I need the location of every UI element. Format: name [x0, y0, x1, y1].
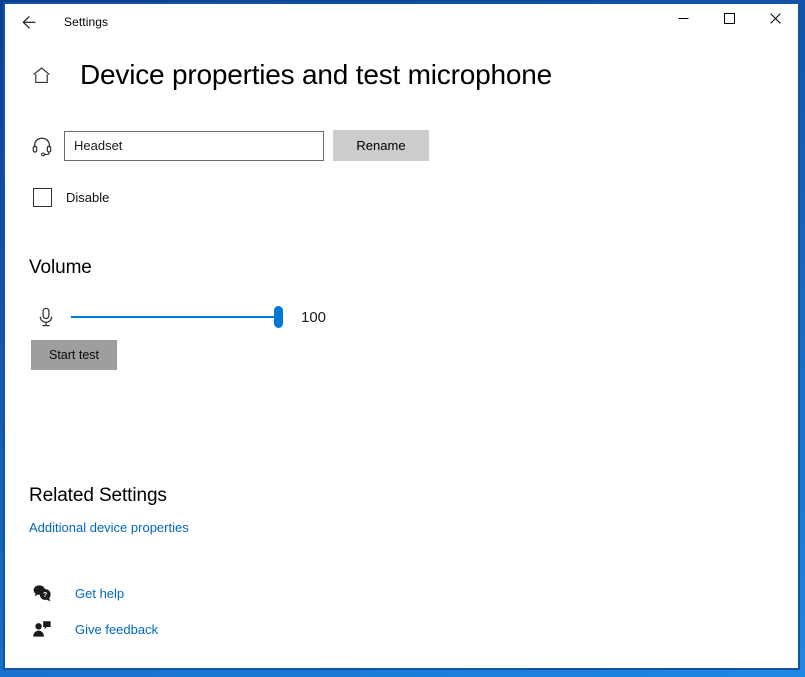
give-feedback-row[interactable]: Give feedback	[29, 618, 158, 640]
device-name-input[interactable]	[64, 130, 324, 161]
minimize-icon	[678, 11, 689, 29]
maximize-button[interactable]	[706, 4, 752, 36]
back-arrow-icon	[18, 12, 38, 32]
close-icon	[769, 11, 781, 29]
feedback-person-icon	[31, 618, 53, 640]
minimize-button[interactable]	[660, 4, 706, 36]
disable-checkbox-row[interactable]: Disable	[29, 188, 109, 207]
volume-section-title: Volume	[29, 257, 92, 278]
page-header: Device properties and test microphone	[29, 61, 774, 89]
help-links: ? Get help Give feedback	[29, 582, 774, 640]
get-help-row[interactable]: ? Get help	[29, 582, 124, 604]
headset-icon	[29, 133, 55, 159]
microphone-icon	[33, 304, 59, 330]
rename-button[interactable]: Rename	[333, 130, 429, 161]
start-test-button[interactable]: Start test	[31, 340, 117, 370]
help-bubble-icon: ?	[31, 582, 53, 604]
disable-checkbox[interactable]	[33, 188, 52, 207]
additional-device-properties-link[interactable]: Additional device properties	[29, 520, 189, 535]
window-title: Settings	[64, 14, 109, 29]
related-settings-title: Related Settings	[29, 485, 167, 506]
get-help-label: Get help	[75, 585, 125, 601]
back-button[interactable]	[5, 6, 50, 38]
disable-label: Disable	[66, 190, 110, 205]
page-content: Device properties and test microphone Re…	[5, 61, 798, 668]
volume-slider-track	[71, 316, 283, 318]
give-feedback-label: Give feedback	[75, 621, 159, 637]
home-icon[interactable]	[29, 63, 53, 87]
title-bar: Settings	[5, 4, 798, 39]
settings-window: Settings Device properties and test micr…	[3, 2, 800, 670]
close-button[interactable]	[752, 4, 798, 36]
page-title: Device properties and test microphone	[80, 59, 552, 90]
maximize-icon	[723, 11, 735, 29]
svg-text:?: ?	[43, 592, 47, 599]
volume-slider-thumb[interactable]	[274, 306, 283, 328]
caption-button-group	[660, 4, 798, 36]
volume-value: 100	[301, 308, 327, 326]
device-name-row: Rename	[29, 130, 774, 161]
volume-slider-row: 100	[29, 304, 774, 330]
volume-slider[interactable]	[71, 306, 283, 328]
